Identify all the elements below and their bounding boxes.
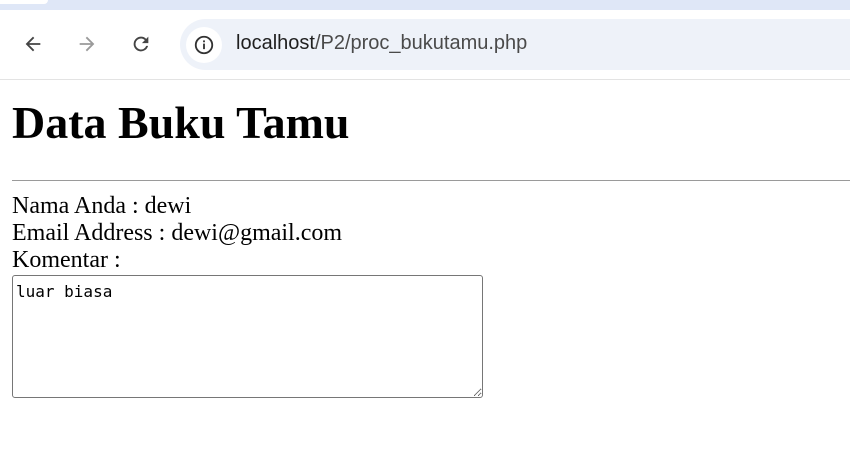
info-icon <box>194 35 214 55</box>
reload-icon <box>133 36 149 52</box>
page-title: Data Buku Tamu <box>12 97 350 148</box>
back-button[interactable] <box>16 27 50 61</box>
page-content: Data Buku Tamu Nama Anda : dewi Email Ad… <box>12 80 850 398</box>
address-bar[interactable]: localhost/P2/proc_bukutamu.php <box>180 19 850 70</box>
name-line: Nama Anda : dewi <box>12 193 192 219</box>
site-info-button[interactable] <box>186 27 222 63</box>
active-tab[interactable] <box>0 0 48 4</box>
tab-strip <box>0 0 850 10</box>
reload-button[interactable] <box>124 27 158 61</box>
url-host: localhost <box>236 32 315 54</box>
browser-toolbar: localhost/P2/proc_bukutamu.php <box>0 10 850 80</box>
comment-textarea[interactable]: luar biasa <box>12 275 483 398</box>
email-line: Email Address : dewi@gmail.com <box>12 220 343 246</box>
forward-button[interactable] <box>70 27 104 61</box>
divider <box>12 180 850 181</box>
arrow-right-icon <box>79 36 95 52</box>
url-path: /P2/proc_bukutamu.php <box>314 32 528 54</box>
arrow-left-icon <box>25 36 41 52</box>
comment-label: Komentar : <box>12 247 121 273</box>
url-text[interactable]: localhost/P2/proc_bukutamu.php <box>236 32 527 55</box>
